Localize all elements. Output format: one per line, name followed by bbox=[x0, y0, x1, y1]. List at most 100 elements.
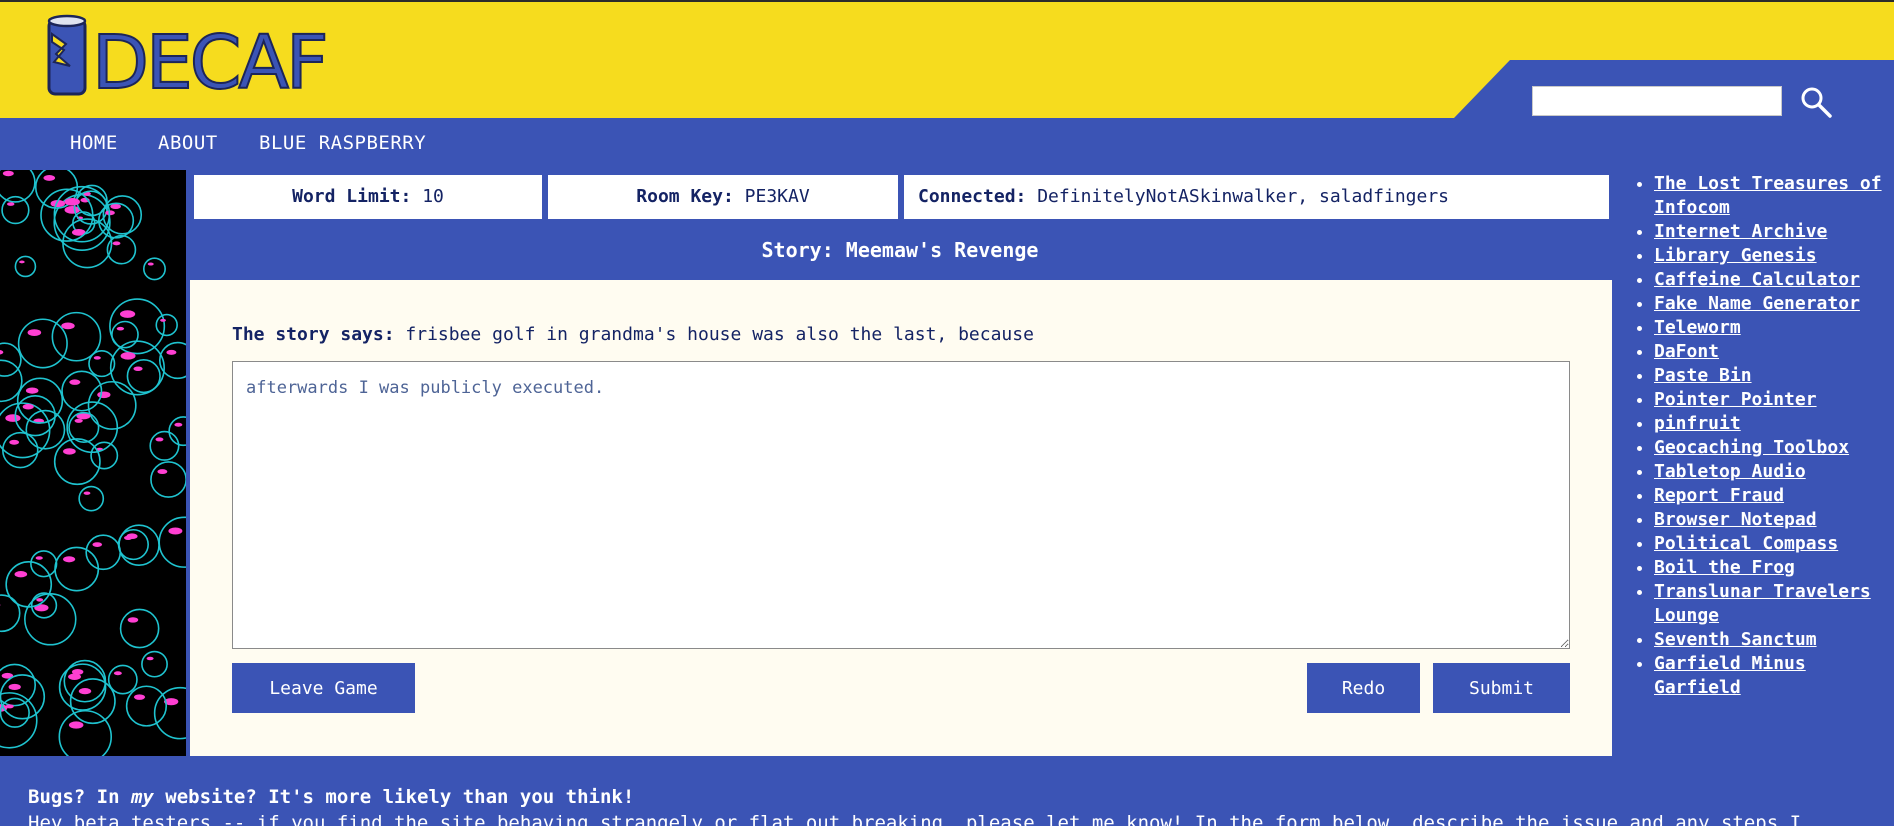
search-button[interactable] bbox=[1798, 84, 1834, 120]
bubble-highlight bbox=[43, 175, 56, 181]
bubble bbox=[5, 560, 53, 608]
logo-wordmark: DECAF bbox=[91, 20, 330, 106]
link-list-item: Seventh Sanctum bbox=[1654, 628, 1894, 652]
bubble bbox=[158, 516, 186, 568]
submit-button[interactable]: Submit bbox=[1433, 663, 1570, 713]
sidebar-link[interactable]: DaFont bbox=[1654, 341, 1719, 362]
story-entry-textarea[interactable]: afterwards I was publicly executed. bbox=[232, 361, 1570, 649]
bubble bbox=[14, 394, 56, 437]
bubble-highlight bbox=[157, 469, 168, 475]
site-header: DECAF bbox=[0, 0, 1894, 118]
leave-game-button[interactable]: Leave Game bbox=[232, 663, 415, 713]
bubble-highlight bbox=[35, 556, 43, 560]
bubble bbox=[0, 697, 30, 728]
nav-about[interactable]: ABOUT bbox=[158, 132, 218, 154]
word-limit-label: Word Limit: bbox=[292, 186, 412, 207]
bugs-heading-pre: Bugs? In bbox=[28, 786, 131, 808]
main-nav: HOME ABOUT BLUE RASPBERRY bbox=[0, 118, 1894, 170]
bubble-highlight bbox=[113, 671, 122, 676]
sidebar-link[interactable]: Caffeine Calculator bbox=[1654, 269, 1860, 290]
sidebar-link[interactable]: Browser Notepad bbox=[1654, 509, 1817, 530]
bugs-heading-post: website? It's more likely than you think… bbox=[153, 786, 635, 808]
bubble-highlight bbox=[112, 241, 121, 246]
coffee-can-icon bbox=[47, 14, 87, 96]
nav-home[interactable]: HOME bbox=[70, 132, 118, 154]
link-list-item: Garfield Minus Garfield bbox=[1654, 652, 1894, 700]
sidebar-link[interactable]: Garfield Minus Garfield bbox=[1654, 653, 1806, 698]
link-list-item: pinfruit bbox=[1654, 412, 1894, 436]
bubble-highlight bbox=[2, 170, 14, 177]
sidebar-link[interactable]: Seventh Sanctum bbox=[1654, 629, 1817, 650]
bubble-highlight bbox=[119, 310, 136, 318]
bubble bbox=[0, 402, 51, 459]
sidebar-link[interactable]: Internet Archive bbox=[1654, 221, 1827, 242]
bubble-highlight bbox=[9, 439, 20, 445]
link-list-item: Boil the Frog bbox=[1654, 556, 1894, 580]
bubble-highlight bbox=[5, 704, 14, 709]
bubble-highlight bbox=[116, 326, 125, 331]
sidebar-link[interactable]: Report Fraud bbox=[1654, 485, 1784, 506]
room-key-cell: Room Key: PE3KAV bbox=[548, 175, 898, 219]
bubble bbox=[141, 650, 168, 678]
bubble-highlight bbox=[133, 366, 143, 372]
bubble bbox=[14, 255, 37, 278]
links-sidebar: The Lost Treasures of Infocom Internet Ar… bbox=[1636, 172, 1894, 700]
bubble-highlight bbox=[160, 318, 166, 322]
bubble bbox=[69, 678, 116, 725]
bubble-highlight bbox=[97, 391, 111, 399]
connected-label: Connected: bbox=[918, 186, 1027, 207]
link-list-item: DaFont bbox=[1654, 340, 1894, 364]
sidebar-link[interactable]: Political Compass bbox=[1654, 533, 1838, 554]
bubble bbox=[17, 318, 68, 369]
story-says-label: The story says: bbox=[232, 324, 395, 345]
bubble bbox=[58, 709, 113, 756]
bubble-highlight bbox=[78, 688, 92, 695]
bubble bbox=[0, 594, 21, 633]
link-list-item: Geocaching Toolbox bbox=[1654, 436, 1894, 460]
bubble-highlight bbox=[7, 202, 15, 206]
redo-button[interactable]: Redo bbox=[1307, 663, 1420, 713]
bubble-highlight bbox=[63, 556, 76, 563]
bubble-highlight bbox=[92, 542, 103, 547]
sidebar-link[interactable]: Tabletop Audio bbox=[1654, 461, 1806, 482]
link-list-item: Political Compass bbox=[1654, 532, 1894, 556]
bubble-highlight bbox=[68, 673, 81, 680]
bubble-highlight bbox=[68, 721, 84, 729]
bubble-highlight bbox=[36, 598, 44, 602]
story-title: Story: Meemaw's Revenge bbox=[761, 238, 1039, 262]
sidebar-link[interactable]: Boil the Frog bbox=[1654, 557, 1795, 578]
search-icon bbox=[1801, 87, 1832, 118]
sidebar-link[interactable]: Pointer Pointer bbox=[1654, 389, 1817, 410]
link-list-item: Library Genesis bbox=[1654, 244, 1894, 268]
sidebar-link[interactable]: Teleworm bbox=[1654, 317, 1741, 338]
bubble bbox=[150, 461, 186, 498]
bubble bbox=[40, 188, 94, 242]
bubble-highlight bbox=[61, 322, 75, 330]
link-list-item: Translunar Travelers Lounge bbox=[1654, 580, 1894, 628]
sidebar-link[interactable]: Translunar Travelers Lounge bbox=[1654, 581, 1871, 626]
sidebar-link[interactable]: Fake Name Generator bbox=[1654, 293, 1860, 314]
search-input[interactable] bbox=[1532, 86, 1782, 116]
sidebar-link[interactable]: Library Genesis bbox=[1654, 245, 1817, 266]
bubble bbox=[143, 257, 166, 281]
bubble bbox=[107, 664, 138, 695]
beta-testers-text: Hey beta testers -- if you find the site… bbox=[28, 812, 1802, 826]
bubble bbox=[30, 550, 58, 578]
sidebar-link[interactable]: The Lost Treasures of Infocom bbox=[1654, 173, 1882, 218]
bubble bbox=[149, 430, 180, 461]
link-list-item: Internet Archive bbox=[1654, 220, 1894, 244]
bubble-highlight bbox=[83, 491, 91, 495]
bubbles-decoration bbox=[0, 170, 186, 756]
nav-blue-raspberry[interactable]: BLUE RASPBERRY bbox=[259, 132, 426, 154]
sidebar-link[interactable]: Geocaching Toolbox bbox=[1654, 437, 1849, 458]
bubble bbox=[2, 431, 39, 469]
sidebar-link[interactable]: pinfruit bbox=[1654, 413, 1741, 434]
bubble bbox=[16, 377, 64, 424]
link-list-item: Browser Notepad bbox=[1654, 508, 1894, 532]
sidebar-link[interactable]: Paste Bin bbox=[1654, 365, 1752, 386]
bubble-highlight bbox=[174, 422, 183, 427]
connected-users: DefinitelyNotASkinwalker, saladfingers bbox=[1037, 186, 1450, 207]
site-logo[interactable]: DECAF bbox=[46, 14, 330, 106]
bubble bbox=[78, 485, 105, 512]
bubble-highlight bbox=[93, 356, 101, 360]
